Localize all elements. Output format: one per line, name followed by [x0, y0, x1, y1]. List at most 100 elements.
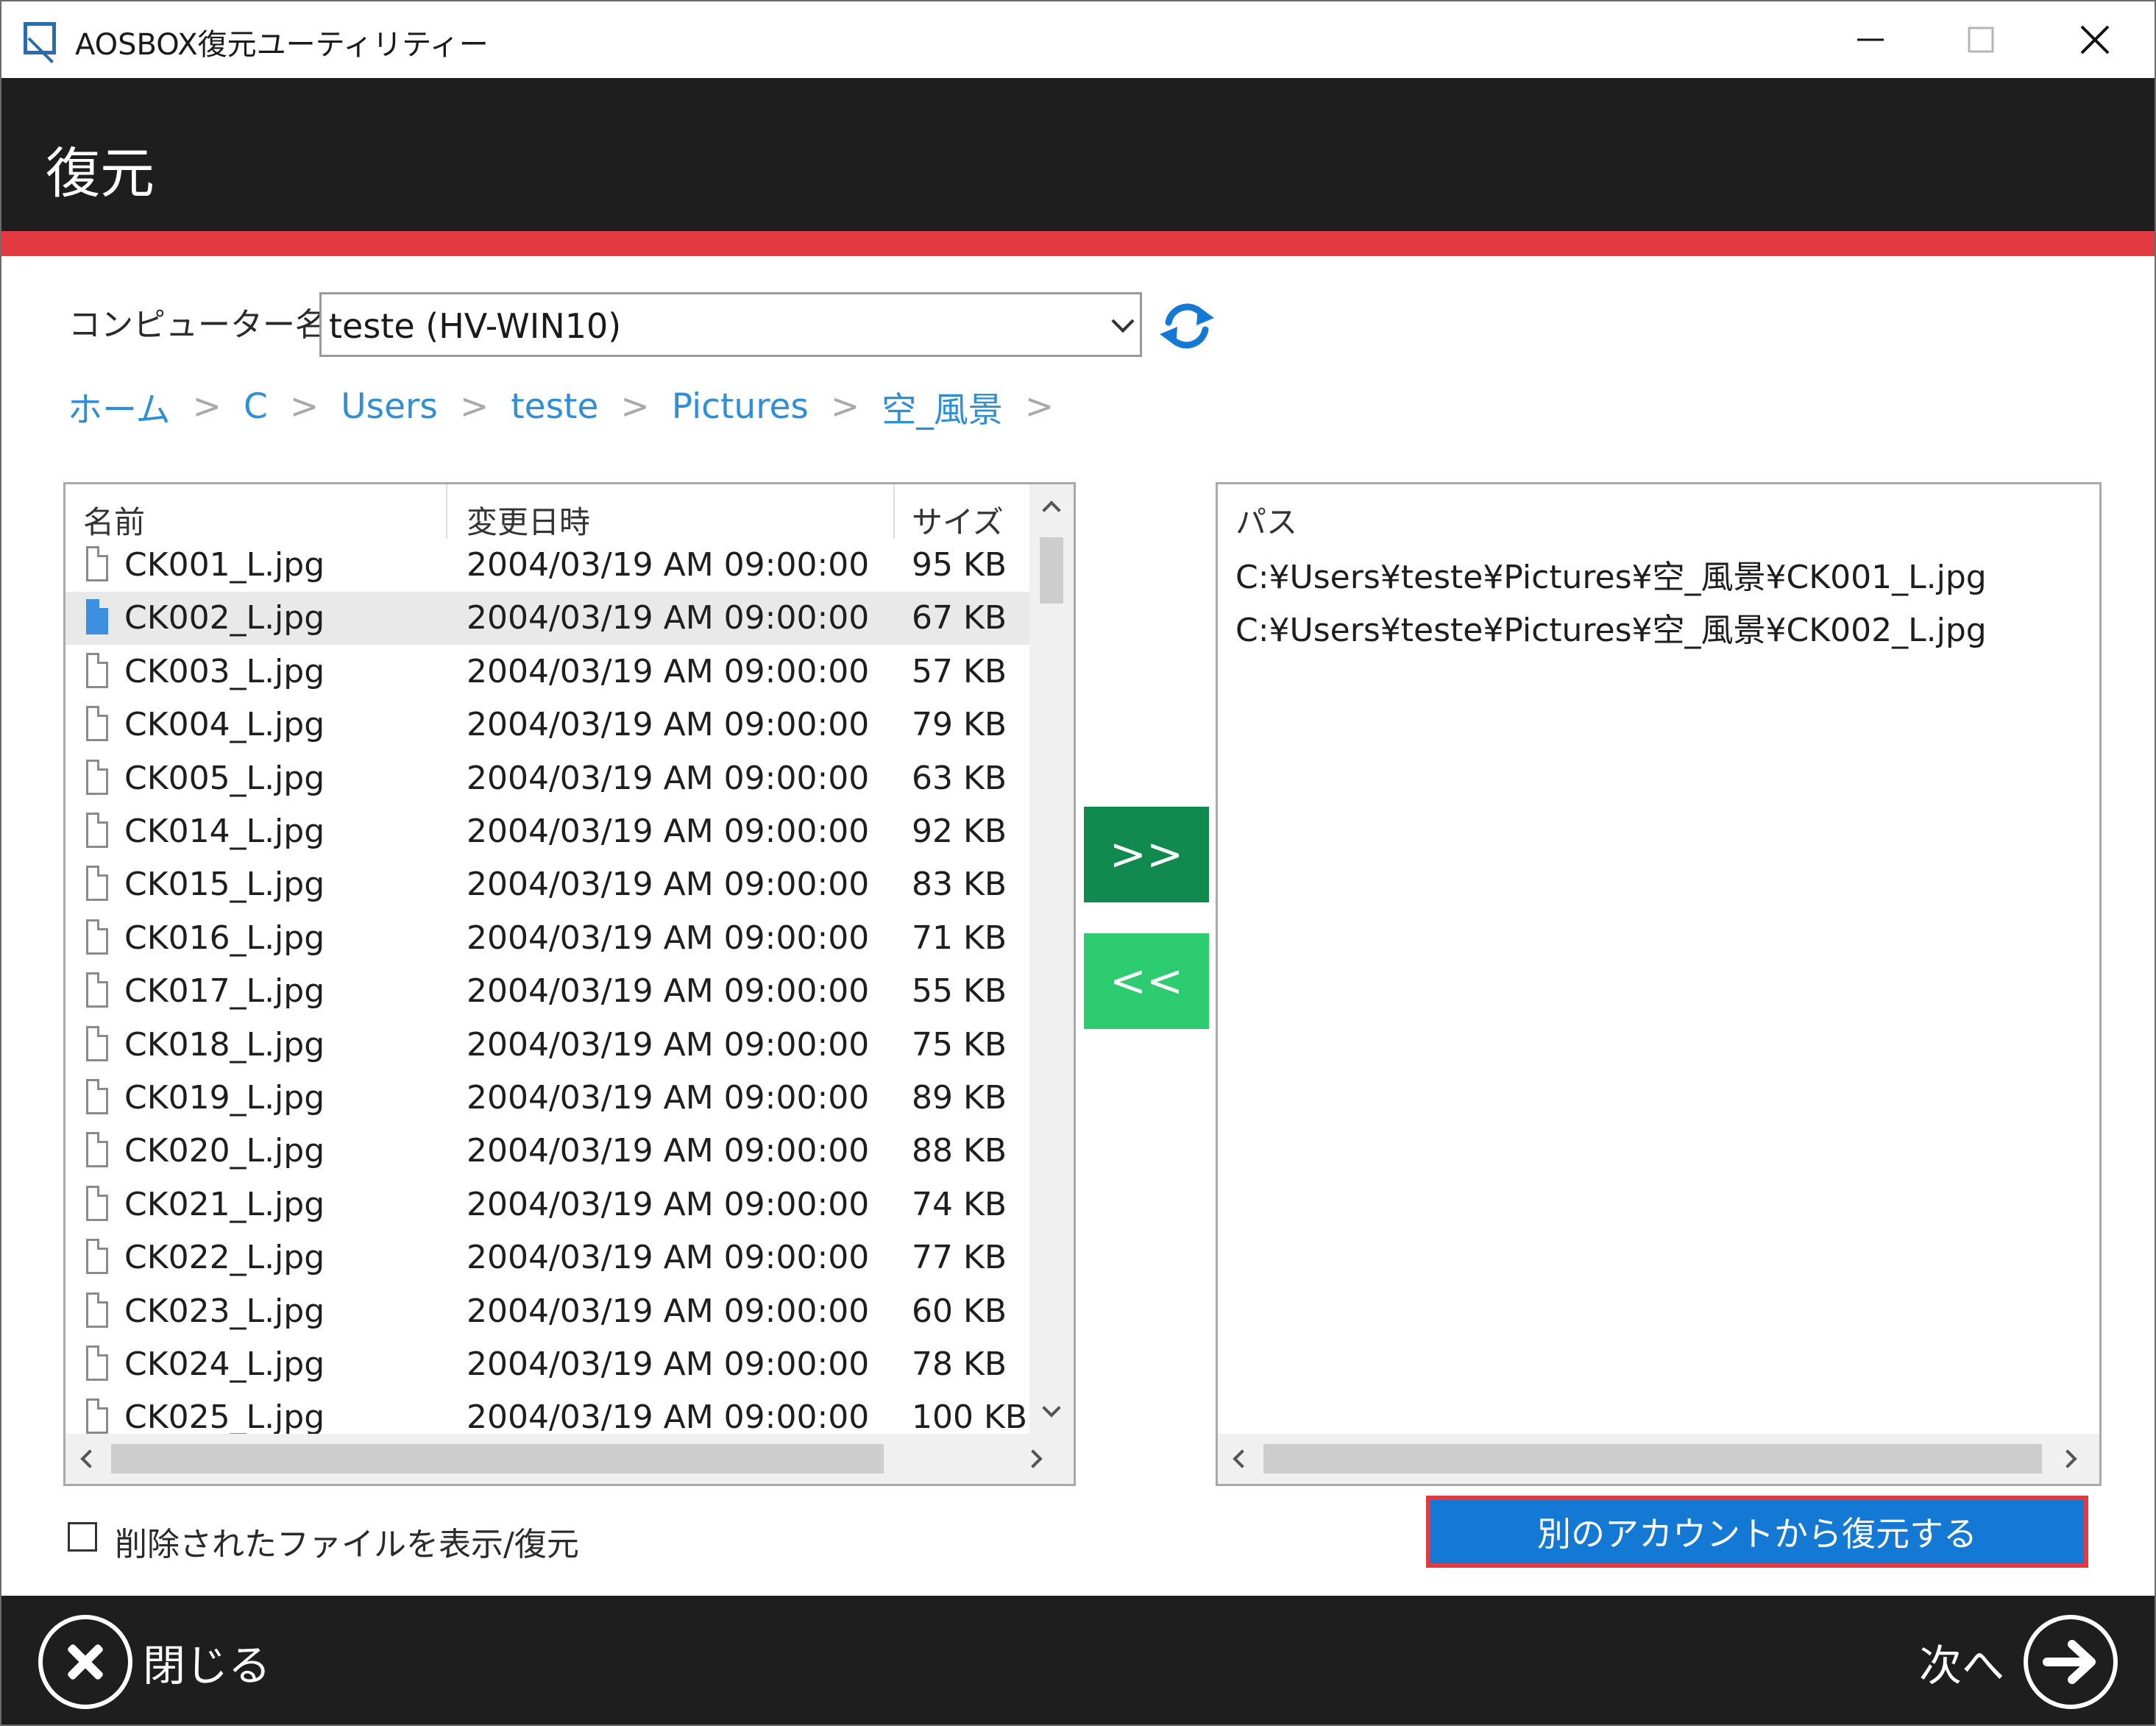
close-icon: [2080, 25, 2110, 54]
arrow-right-icon: [2024, 1615, 2118, 1709]
file-row[interactable]: CK025_L.jpg 2004/03/19 AM 09:00:00 100 KB: [65, 1391, 1029, 1434]
file-row[interactable]: CK001_L.jpg 2004/03/19 AM 09:00:00 95 KB: [65, 539, 1029, 592]
file-modified: 2004/03/19 AM 09:00:00: [467, 866, 870, 903]
file-name: CK005_L.jpg: [124, 760, 325, 797]
scroll-thumb[interactable]: [1263, 1444, 2042, 1474]
file-row[interactable]: CK023_L.jpg 2004/03/19 AM 09:00:00 60 KB: [65, 1285, 1029, 1338]
scroll-down-button[interactable]: [1029, 1390, 1074, 1434]
file-size: 67 KB: [912, 599, 1007, 637]
file-size: 92 KB: [912, 813, 1007, 850]
file-row[interactable]: CK014_L.jpg 2004/03/19 AM 09:00:00 92 KB: [65, 805, 1029, 858]
show-deleted-label[interactable]: 削除されたファイルを表示/復元: [115, 1518, 579, 1565]
chevron-down-icon: [1042, 1398, 1061, 1418]
add-to-restore-button[interactable]: >>: [1084, 807, 1209, 902]
file-icon: [86, 1079, 108, 1114]
file-icon: [86, 599, 108, 634]
close-button[interactable]: 閉じる: [38, 1610, 271, 1713]
file-row[interactable]: CK022_L.jpg 2004/03/19 AM 09:00:00 77 KB: [65, 1231, 1029, 1284]
next-button[interactable]: 次へ: [1919, 1610, 2118, 1713]
scroll-left-button[interactable]: [65, 1434, 110, 1484]
breadcrumb-teste[interactable]: teste: [511, 386, 598, 427]
scroll-right-button[interactable]: [2049, 1434, 2093, 1484]
breadcrumb-current-folder[interactable]: 空_風景: [882, 381, 1003, 432]
file-row[interactable]: CK021_L.jpg 2004/03/19 AM 09:00:00 74 KB: [65, 1178, 1029, 1231]
file-icon: [86, 1398, 108, 1434]
breadcrumb-separator: >: [459, 386, 489, 427]
file-row[interactable]: CK020_L.jpg 2004/03/19 AM 09:00:00 88 KB: [65, 1125, 1029, 1178]
column-divider[interactable]: [893, 484, 895, 539]
file-list-vertical-scrollbar[interactable]: [1029, 484, 1074, 1434]
show-deleted-checkbox[interactable]: [68, 1522, 97, 1552]
file-modified: 2004/03/19 AM 09:00:00: [467, 599, 870, 637]
close-circle-icon: [38, 1615, 132, 1709]
file-modified: 2004/03/19 AM 09:00:00: [467, 546, 870, 584]
file-row[interactable]: CK002_L.jpg 2004/03/19 AM 09:00:00 67 KB: [65, 592, 1029, 645]
file-row[interactable]: CK018_L.jpg 2004/03/19 AM 09:00:00 75 KB: [65, 1019, 1029, 1072]
file-row[interactable]: CK015_L.jpg 2004/03/19 AM 09:00:00 83 KB: [65, 858, 1029, 911]
file-modified: 2004/03/19 AM 09:00:00: [467, 653, 870, 690]
scroll-thumb[interactable]: [1040, 537, 1063, 604]
file-modified: 2004/03/19 AM 09:00:00: [467, 1292, 870, 1330]
remove-from-restore-button[interactable]: <<: [1084, 933, 1209, 1029]
maximize-button[interactable]: [1944, 9, 2018, 71]
file-modified: 2004/03/19 AM 09:00:00: [467, 1345, 870, 1383]
scroll-right-button[interactable]: [1015, 1434, 1059, 1484]
file-row[interactable]: CK017_L.jpg 2004/03/19 AM 09:00:00 55 KB: [65, 965, 1029, 1018]
breadcrumb-home[interactable]: ホーム: [68, 381, 171, 432]
file-modified: 2004/03/19 AM 09:00:00: [467, 1026, 870, 1064]
refresh-icon[interactable]: [1154, 293, 1220, 359]
scroll-left-button[interactable]: [1218, 1434, 1262, 1484]
column-divider[interactable]: [446, 484, 447, 539]
file-size: 89 KB: [912, 1079, 1007, 1117]
path-list-horizontal-scrollbar[interactable]: [1218, 1434, 2099, 1484]
file-row[interactable]: CK005_L.jpg 2004/03/19 AM 09:00:00 63 KB: [65, 752, 1029, 805]
file-modified: 2004/03/19 AM 09:00:00: [467, 706, 870, 743]
file-size: 77 KB: [912, 1239, 1007, 1276]
file-size: 83 KB: [912, 866, 1007, 903]
footer-bar: 閉じる 次へ: [1, 1596, 2155, 1725]
file-size: 60 KB: [912, 1292, 1007, 1330]
column-header-size[interactable]: サイズ: [912, 498, 1004, 542]
file-size: 71 KB: [912, 919, 1007, 957]
path-row[interactable]: C:¥Users¥teste¥Pictures¥空_風景¥CK001_L.jpg: [1235, 551, 1987, 598]
file-row[interactable]: CK016_L.jpg 2004/03/19 AM 09:00:00 71 KB: [65, 912, 1029, 965]
file-list: 名前 変更日時 サイズ CK001_L.jpg 2004/03/19 AM 09:…: [63, 482, 1076, 1486]
file-icon: [86, 1026, 108, 1061]
column-header-modified[interactable]: 変更日時: [467, 498, 590, 542]
file-modified: 2004/03/19 AM 09:00:00: [467, 760, 870, 797]
minimize-button[interactable]: [1834, 9, 1907, 71]
breadcrumb-users[interactable]: Users: [341, 386, 438, 427]
file-modified: 2004/03/19 AM 09:00:00: [467, 1079, 870, 1117]
scroll-up-button[interactable]: [1029, 484, 1074, 528]
minimize-icon: [1857, 38, 1884, 41]
column-header-name[interactable]: 名前: [83, 498, 145, 542]
file-name: CK002_L.jpg: [124, 599, 325, 637]
file-icon: [86, 1345, 108, 1381]
restore-from-other-account-button[interactable]: 別のアカウントから復元する: [1426, 1496, 2088, 1568]
close-window-button[interactable]: [2058, 9, 2132, 71]
file-row[interactable]: CK004_L.jpg 2004/03/19 AM 09:00:00 79 KB: [65, 698, 1029, 751]
file-modified: 2004/03/19 AM 09:00:00: [467, 919, 870, 957]
path-row[interactable]: C:¥Users¥teste¥Pictures¥空_風景¥CK002_L.jpg: [1235, 604, 1987, 651]
breadcrumb: ホーム > C > Users > teste > Pictures > 空_風…: [68, 384, 1076, 431]
scroll-thumb[interactable]: [111, 1444, 884, 1474]
file-row[interactable]: CK024_L.jpg 2004/03/19 AM 09:00:00 78 KB: [65, 1338, 1029, 1391]
file-row[interactable]: CK019_L.jpg 2004/03/19 AM 09:00:00 89 KB: [65, 1072, 1029, 1125]
chevron-right-icon: [2058, 1449, 2077, 1468]
file-size: 74 KB: [912, 1186, 1007, 1223]
file-icon: [86, 653, 108, 688]
maximize-icon: [1968, 26, 1994, 53]
file-modified: 2004/03/19 AM 09:00:00: [467, 1132, 870, 1170]
path-column-header[interactable]: パス: [1235, 498, 1297, 542]
file-list-horizontal-scrollbar[interactable]: [65, 1434, 1074, 1484]
header-accent-bar: [1, 231, 2155, 256]
file-row[interactable]: CK003_L.jpg 2004/03/19 AM 09:00:00 57 KB: [65, 646, 1029, 698]
breadcrumb-pictures[interactable]: Pictures: [672, 386, 809, 427]
computer-name-select[interactable]: teste (HV-WIN10): [319, 292, 1142, 357]
breadcrumb-c[interactable]: C: [244, 386, 268, 427]
file-modified: 2004/03/19 AM 09:00:00: [467, 1186, 870, 1223]
file-name: CK004_L.jpg: [124, 706, 325, 743]
file-modified: 2004/03/19 AM 09:00:00: [467, 1398, 870, 1434]
breadcrumb-separator: >: [1024, 386, 1054, 427]
window-title: AOSBOX復元ユーティリティー: [75, 28, 489, 62]
